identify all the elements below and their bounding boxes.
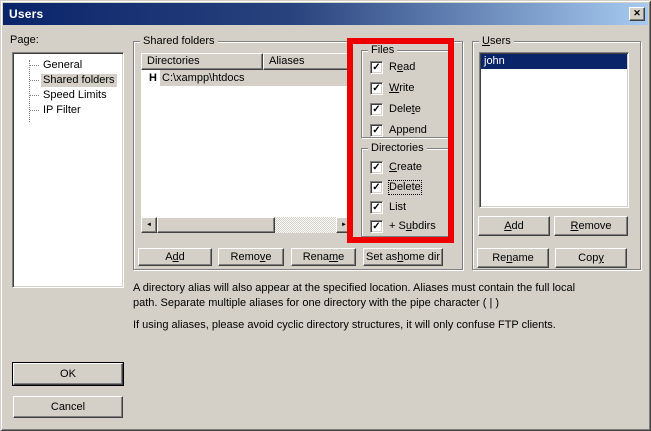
set-as-home-dir-button[interactable]: Set as home dir <box>363 248 443 266</box>
page-tree[interactable]: General Shared folders Speed Limits IP F… <box>12 52 124 288</box>
directories-listview[interactable]: Directories Aliases H C:\xampp\htdocs ◄ … <box>141 53 352 233</box>
page-label: Page: <box>10 34 39 46</box>
scrollbar-thumb[interactable] <box>157 217 275 233</box>
horizontal-scrollbar[interactable]: ◄ ► <box>141 217 352 233</box>
listview-body[interactable]: H C:\xampp\htdocs <box>141 70 352 217</box>
directory-path[interactable]: C:\xampp\htdocs <box>160 70 352 86</box>
add-folder-button[interactable]: Add <box>138 248 212 266</box>
listview-header: Directories Aliases <box>141 53 352 70</box>
column-header-aliases[interactable]: Aliases <box>263 53 352 70</box>
remove-folder-button[interactable]: Remove <box>218 248 284 266</box>
rename-user-button[interactable]: Rename <box>477 248 549 268</box>
cancel-button[interactable]: Cancel <box>13 396 123 418</box>
users-group-label: Users <box>479 35 514 48</box>
tree-item-ip-filter[interactable]: IP Filter <box>16 103 120 118</box>
copy-user-button[interactable]: Copy <box>555 248 627 268</box>
home-dir-flag: H <box>149 72 160 84</box>
users-listbox[interactable]: john <box>479 52 629 208</box>
add-user-button[interactable]: Add <box>478 216 550 236</box>
column-header-directories[interactable]: Directories <box>141 53 263 70</box>
tree-item-general[interactable]: General <box>16 58 120 73</box>
scroll-left-icon[interactable]: ◄ <box>141 217 157 233</box>
tree-item-shared-folders[interactable]: Shared folders <box>16 73 120 88</box>
remove-user-button[interactable]: Remove <box>554 216 628 236</box>
window-title: Users <box>9 7 43 21</box>
rename-folder-button[interactable]: Rename <box>291 248 356 266</box>
user-list-item[interactable]: john <box>481 54 627 69</box>
help-text: A directory alias will also appear at th… <box>133 281 649 333</box>
red-highlight-box <box>347 38 454 243</box>
title-bar[interactable]: Users <box>3 3 648 25</box>
close-icon[interactable]: ✕ <box>629 7 645 21</box>
shared-folders-group-label: Shared folders <box>140 35 218 48</box>
users-dialog: Users ✕ Page: General Shared folders Spe… <box>0 0 651 431</box>
directory-row[interactable]: H C:\xampp\htdocs <box>141 70 352 86</box>
ok-button[interactable]: OK <box>13 363 123 385</box>
cyclic-note: If using aliases, please avoid cyclic di… <box>133 318 649 333</box>
alias-note: A directory alias will also appear at th… <box>133 281 649 311</box>
tree-item-speed-limits[interactable]: Speed Limits <box>16 88 120 103</box>
